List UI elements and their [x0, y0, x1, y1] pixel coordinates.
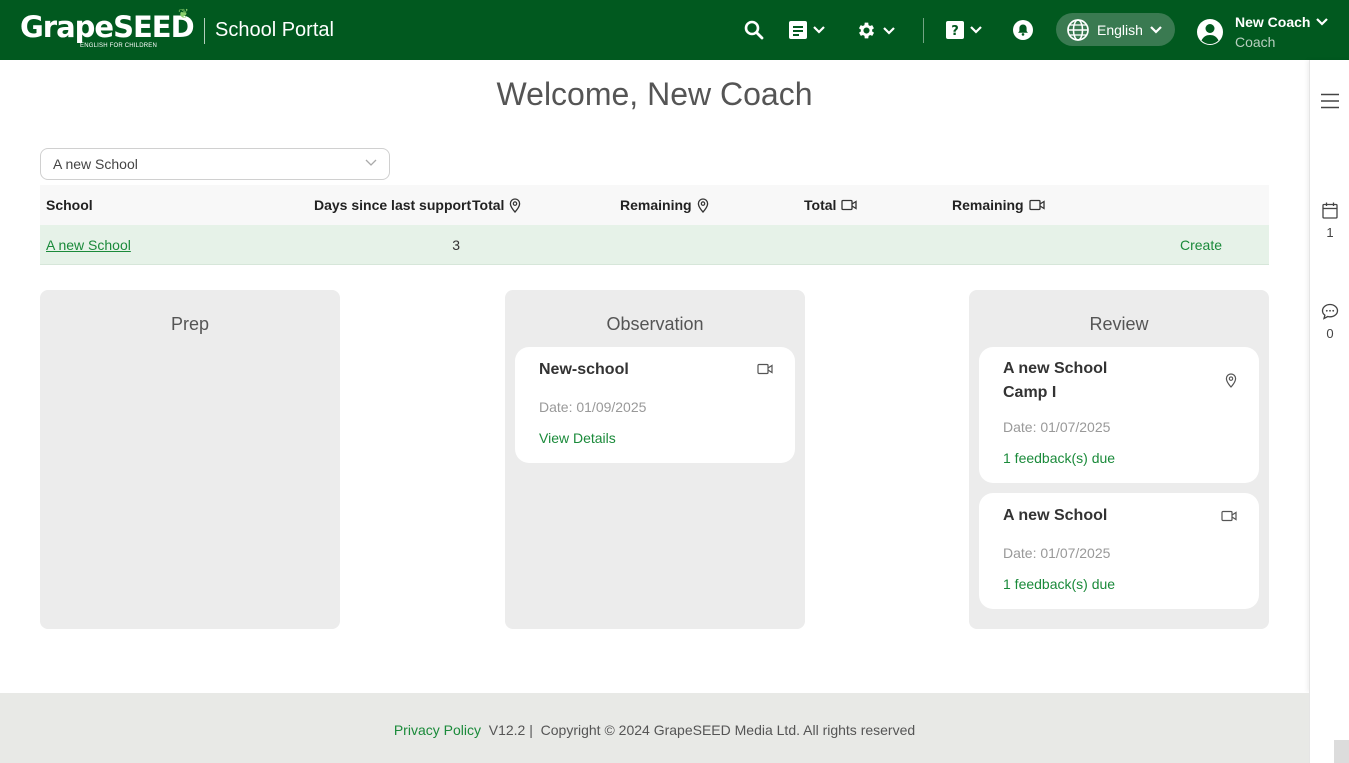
prep-column: Prep — [40, 290, 340, 629]
search-button[interactable] — [744, 20, 764, 40]
review-card[interactable]: A new School Date: 01/07/2025 1 feedback… — [979, 493, 1259, 609]
user-name-row: New Coach — [1235, 14, 1329, 30]
user-avatar-icon — [1197, 19, 1223, 45]
video-icon — [841, 199, 858, 211]
help-menu-button[interactable]: ? — [946, 21, 982, 39]
calendar-icon — [1322, 202, 1338, 219]
video-icon — [1221, 510, 1237, 522]
search-icon — [744, 20, 764, 40]
location-pin-icon — [510, 197, 521, 213]
card-title: New-school — [539, 361, 629, 378]
settings-menu-button[interactable] — [856, 20, 895, 41]
rail-calendar-button[interactable]: 1 — [1310, 202, 1349, 240]
observation-column-title: Observation — [606, 314, 704, 334]
location-pin-icon — [1225, 373, 1237, 388]
chevron-down-icon — [1316, 18, 1329, 26]
version-label: V12.2 | — [488, 722, 533, 738]
footer-line: Privacy Policy V12.2 | Copyright © 2024 … — [0, 722, 1309, 738]
rail-chat-button[interactable]: 0 — [1310, 303, 1349, 341]
col-header-total-video-label: Total — [804, 197, 837, 213]
user-role: Coach — [1235, 34, 1276, 50]
review-card[interactable]: A new School Camp I Date: 01/07/2025 1 f… — [979, 347, 1259, 483]
chat-bubble-icon — [1321, 303, 1339, 320]
rail-menu-button[interactable] — [1310, 93, 1349, 109]
user-name: New Coach — [1235, 14, 1311, 30]
feedback-due-link[interactable]: 1 feedback(s) due — [1003, 576, 1115, 592]
observation-column: Observation New-school Date: 01/09/2025 … — [505, 290, 805, 629]
create-link[interactable]: Create — [1180, 237, 1222, 253]
copyright-text: Copyright © 2024 GrapeSEED Media Ltd. Al… — [540, 722, 916, 738]
card-date: Date: 01/07/2025 — [1003, 545, 1111, 561]
video-icon — [1028, 199, 1045, 211]
grapeseed-logo[interactable]: GrapeSEED ENGLISH FOR CHILDREN ❦ — [20, 6, 196, 54]
col-header-remaining-video: Remaining — [952, 197, 1045, 213]
col-header-school: School — [46, 197, 93, 213]
view-details-link[interactable]: View Details — [539, 430, 616, 446]
gear-icon — [858, 22, 875, 39]
card-date: Date: 01/07/2025 — [1003, 419, 1111, 435]
prep-column-title: Prep — [170, 314, 210, 334]
help-icon: ? — [946, 21, 964, 39]
col-header-remaining-visits: Remaining — [620, 197, 709, 213]
school-link[interactable]: A new School — [46, 237, 131, 253]
language-selector[interactable]: English — [1056, 13, 1175, 46]
col-header-total-visits-label: Total — [472, 197, 505, 213]
review-column: Review A new School Camp I Date: 01/07/2… — [969, 290, 1269, 629]
top-header: GrapeSEED ENGLISH FOR CHILDREN ❦ School … — [0, 0, 1349, 60]
svg-text:?: ? — [951, 24, 959, 39]
days-since-support-value: 3 — [452, 237, 460, 253]
card-title-line2: Camp I — [1003, 384, 1057, 401]
table-header: School Days since last support Total Rem… — [40, 185, 1269, 225]
chevron-down-icon — [813, 26, 825, 34]
table-row: A new School 3 Create — [40, 225, 1269, 265]
col-header-days: Days since last support — [314, 197, 472, 213]
card-title-line1: A new School — [1003, 360, 1108, 377]
location-pin-icon — [697, 197, 708, 213]
user-menu[interactable]: New Coach Coach — [1196, 12, 1329, 52]
chevron-down-icon — [883, 26, 895, 35]
review-column-title: Review — [1089, 314, 1149, 334]
card-title: A new School — [1003, 507, 1108, 524]
portal-title: School Portal — [215, 19, 334, 41]
school-support-table: School Days since last support Total Rem… — [40, 185, 1269, 265]
col-header-remaining-visits-label: Remaining — [620, 197, 692, 213]
notifications-button[interactable] — [1012, 19, 1034, 41]
chevron-down-icon — [970, 26, 982, 34]
col-header-remaining-video-label: Remaining — [952, 197, 1024, 213]
observation-card[interactable]: New-school Date: 01/09/2025 View Details — [515, 347, 795, 463]
logo-text: GrapeSEED — [20, 10, 195, 44]
video-icon — [757, 363, 773, 375]
scrollbar-thumb[interactable] — [1334, 740, 1349, 763]
logo-subtitle: ENGLISH FOR CHILDREN — [80, 43, 158, 49]
feedback-due-link[interactable]: 1 feedback(s) due — [1003, 450, 1115, 466]
privacy-policy-link[interactable]: Privacy Policy — [394, 722, 481, 738]
sprout-icon: ❦ — [178, 6, 189, 21]
calendar-count: 1 — [1326, 225, 1334, 240]
user-names: New Coach Coach — [1235, 14, 1329, 50]
document-icon — [789, 21, 807, 39]
col-header-total-video: Total — [804, 197, 858, 213]
chevron-down-icon — [1150, 25, 1162, 34]
right-rail: 1 0 — [1309, 60, 1349, 692]
resources-menu-button[interactable] — [789, 21, 825, 39]
school-select-value: A new School — [53, 156, 138, 172]
card-date: Date: 01/09/2025 — [539, 399, 647, 415]
col-header-total-visits: Total — [472, 197, 521, 213]
chat-count: 0 — [1326, 326, 1334, 341]
globe-icon — [1067, 18, 1089, 41]
footer: Privacy Policy V12.2 | Copyright © 2024 … — [0, 693, 1309, 763]
chevron-down-icon — [365, 159, 377, 166]
card-title: A new School Camp I — [1003, 357, 1107, 405]
header-divider — [204, 18, 205, 44]
header-separator — [923, 18, 924, 43]
school-select[interactable]: A new School — [40, 148, 390, 180]
bell-icon — [1013, 20, 1033, 40]
welcome-heading: Welcome, New Coach — [496, 76, 813, 112]
language-label: English — [1097, 21, 1143, 38]
hamburger-menu-icon — [1321, 93, 1339, 109]
